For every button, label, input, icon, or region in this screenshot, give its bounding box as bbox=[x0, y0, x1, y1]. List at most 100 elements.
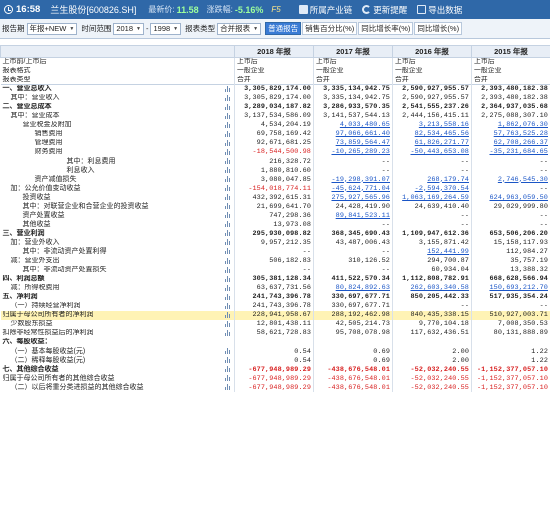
header-cell[interactable]: 2017 年报 bbox=[313, 45, 393, 58]
table-row[interactable]: 报表类型 合并 合并 合并 合并 bbox=[0, 75, 550, 85]
bar-chart-icon[interactable] bbox=[225, 266, 231, 273]
cell-value[interactable]: 1,862,076.30 bbox=[498, 121, 548, 129]
bar-chart-icon[interactable] bbox=[225, 375, 231, 382]
cell-value[interactable]: -19,298,391.07 bbox=[331, 176, 390, 184]
table-row[interactable]: 归属于母公司所有者的其他综合收益 -677,948,989.29 -438,676,… bbox=[0, 374, 550, 384]
table-row[interactable]: 投资收益 432,392,615.31 275,927,565.96 1,063,16… bbox=[0, 193, 550, 203]
table-row[interactable]: 上市前/上市后 上市后 上市后 上市后 上市后 bbox=[0, 57, 550, 67]
table-row[interactable]: 加：公允价值变动收益 -154,018,774.11 -45,624,771.04 -… bbox=[0, 184, 550, 194]
cell-value[interactable]: 1,063,169,264.59 bbox=[402, 194, 469, 202]
table-row[interactable]: 减：营业外支出 506,182.83 310,126.52 294,700.87 35,… bbox=[0, 256, 550, 266]
table-row[interactable]: 其中：非流动资产处置利得 -- -- 152,441.99 112,984.27 bbox=[0, 247, 550, 257]
table-row[interactable]: 加：营业外收入 9,957,212.35 43,487,006.43 3,155,87… bbox=[0, 238, 550, 248]
table-row[interactable]: （二）以后将重分类进损益的其他综合收益 -677,948,989.29 -438,6… bbox=[0, 383, 550, 393]
cell-value[interactable]: -45,624,771.04 bbox=[331, 185, 390, 193]
stock-name[interactable]: 兰生股份[600826.SH] bbox=[50, 3, 136, 16]
cell-value[interactable]: 62,708,266.37 bbox=[494, 139, 548, 147]
start-year-select[interactable]: 2018 ▼ bbox=[113, 22, 144, 35]
cell-value[interactable]: 73,859,564.47 bbox=[336, 139, 390, 147]
bar-chart-icon[interactable] bbox=[225, 275, 231, 282]
cell-value[interactable]: 57,763,525.28 bbox=[494, 130, 548, 138]
tab-yoy-growth[interactable]: 同比增长(%) bbox=[414, 22, 463, 35]
table-row[interactable]: 二、营业总成本 3,289,034,187.82 3,286,933,570.35 2… bbox=[0, 102, 550, 112]
income-statement-table-wrap[interactable]: 2018 年报 2017 年报 2016 年报 2015 年报 上市前/上市后上… bbox=[0, 45, 550, 505]
bar-chart-icon[interactable] bbox=[225, 121, 231, 128]
bar-chart-icon[interactable] bbox=[225, 329, 231, 336]
bar-chart-icon[interactable] bbox=[225, 366, 231, 373]
table-row[interactable]: （一）基本每股收益(元) 0.54 0.69 2.00 1.22 bbox=[0, 347, 550, 357]
table-row[interactable]: 七、其他综合收益 -677,948,989.29 -438,676,548.01 -5… bbox=[0, 365, 550, 375]
cell-value[interactable]: 89,841,523.11 bbox=[336, 212, 390, 220]
tab-yoy-growth-rate[interactable]: 同比增长率(%) bbox=[358, 22, 414, 35]
tab-sales-percent[interactable]: 销售百分比(%) bbox=[302, 22, 358, 35]
bar-chart-icon[interactable] bbox=[225, 212, 231, 219]
table-row[interactable]: 一、营业总收入 3,305,829,174.00 3,335,134,942.75 2… bbox=[0, 84, 550, 94]
bar-chart-icon[interactable] bbox=[225, 302, 231, 309]
cell-value[interactable]: 4,033,480.65 bbox=[340, 121, 390, 129]
header-cell[interactable]: 2018 年报 bbox=[234, 45, 314, 58]
table-row[interactable]: 营业税金及附加 4,534,204.19 4,033,480.65 3,213,558… bbox=[0, 120, 550, 130]
bar-chart-icon[interactable] bbox=[225, 203, 231, 210]
table-row[interactable]: 报表格式 一般企业 一般企业 一般企业 一般企业 bbox=[0, 66, 550, 76]
table-row[interactable]: 其他收益 13,973.08 -- -- -- bbox=[0, 220, 550, 230]
cell-value[interactable]: -50,443,653.08 bbox=[410, 148, 469, 156]
bar-chart-icon[interactable] bbox=[225, 384, 231, 391]
table-row[interactable]: （二）稀释每股收益(元) 0.54 0.69 2.00 1.22 bbox=[0, 356, 550, 366]
cell-value[interactable]: -35,231,684.65 bbox=[489, 148, 548, 156]
table-row[interactable]: 管理费用 92,671,681.25 73,859,564.47 61,826,271… bbox=[0, 138, 550, 148]
bar-chart-icon[interactable] bbox=[225, 248, 231, 255]
table-row[interactable]: 其中：营业收入 3,305,829,174.00 3,335,134,942.75 2… bbox=[0, 93, 550, 103]
table-row[interactable]: 减：所得税费用 63,637,731.56 80,824,892.63 262,603… bbox=[0, 283, 550, 293]
bar-chart-icon[interactable] bbox=[225, 257, 231, 264]
bar-chart-icon[interactable] bbox=[225, 221, 231, 228]
bar-chart-icon[interactable] bbox=[225, 194, 231, 201]
cell-value[interactable]: 150,693,212.70 bbox=[489, 284, 548, 292]
header-cell[interactable]: 2015 年报 bbox=[471, 45, 550, 58]
bar-chart-icon[interactable] bbox=[225, 348, 231, 354]
bar-chart-icon[interactable] bbox=[225, 130, 231, 137]
bar-chart-icon[interactable] bbox=[225, 167, 231, 174]
cell-value[interactable]: 61,826,271.77 bbox=[415, 139, 469, 147]
table-row[interactable]: 归属于母公司所有者的净利润 228,941,958.67 288,192,462.9… bbox=[0, 310, 550, 320]
cell-value[interactable]: 152,441.99 bbox=[427, 248, 469, 256]
table-row[interactable]: 资产处置收益 747,298.36 89,841,523.11 -- -- bbox=[0, 211, 550, 221]
bar-chart-icon[interactable] bbox=[225, 176, 231, 183]
report-period-select[interactable]: 年报+NEW ▼ bbox=[26, 22, 78, 35]
tab-normal-report[interactable]: 普通报告 bbox=[265, 22, 302, 35]
refresh-key-hint[interactable]: F5 bbox=[271, 5, 280, 14]
report-type-select[interactable]: 合并报表 ▼ bbox=[217, 22, 262, 35]
table-row[interactable]: 其中：非流动资产处置损失 -- -- 60,934.04 13,388.32 bbox=[0, 265, 550, 275]
cell-value[interactable]: 97,066,661.40 bbox=[336, 130, 390, 138]
table-row[interactable]: （一）持续经营净利润 241,743,396.78 330,697,677.71 --… bbox=[0, 301, 550, 311]
export-data-button[interactable]: 导出数据 bbox=[417, 4, 462, 16]
bar-chart-icon[interactable] bbox=[225, 94, 231, 101]
table-row[interactable]: 扣除非经常性损益后的净利润 58,621,728.83 95,708,078.98 1… bbox=[0, 328, 550, 338]
table-row[interactable]: 六、每股收益： bbox=[0, 337, 550, 347]
industry-chain-button[interactable]: 所属产业链 bbox=[298, 4, 352, 16]
bar-chart-icon[interactable] bbox=[225, 185, 231, 192]
bar-chart-icon[interactable] bbox=[225, 158, 231, 165]
bar-chart-icon[interactable] bbox=[225, 320, 231, 327]
cell-value[interactable]: 2,746,545.30 bbox=[498, 176, 548, 184]
bar-chart-icon[interactable] bbox=[225, 293, 231, 300]
bar-chart-icon[interactable] bbox=[225, 311, 231, 318]
table-row[interactable]: 其中：对联营企业和合营企业的投资收益 21,699,641.70 24,428,41… bbox=[0, 202, 550, 212]
cell-value[interactable]: 80,824,892.63 bbox=[336, 284, 390, 292]
table-row[interactable]: 其中：营业成本 3,137,534,586.09 3,141,537,544.13 2… bbox=[0, 111, 550, 121]
bar-chart-icon[interactable] bbox=[225, 139, 231, 146]
bar-chart-icon[interactable] bbox=[225, 230, 231, 237]
table-row[interactable]: 五、净利润 241,743,396.78 330,697,677.71 850,205… bbox=[0, 292, 550, 302]
table-row[interactable]: 资产减值损失 3,080,047.85 -19,298,391.07 268,179.… bbox=[0, 175, 550, 185]
end-year-select[interactable]: 1998 ▼ bbox=[150, 22, 182, 35]
cell-value[interactable]: 275,927,565.96 bbox=[331, 194, 390, 202]
table-row[interactable]: 其中：利息费用 216,328.72 -- -- -- bbox=[0, 157, 550, 167]
table-row[interactable]: 少数股东损益 12,801,438.11 42,505,214.73 9,770,10… bbox=[0, 319, 550, 329]
cell-value[interactable]: 624,963,059.50 bbox=[489, 194, 548, 202]
table-row[interactable]: 销售费用 69,758,169.42 97,066,661.40 82,534,465… bbox=[0, 129, 550, 139]
cell-value[interactable]: 268,179.74 bbox=[427, 176, 469, 184]
update-reminder-button[interactable]: 更新提醒 bbox=[362, 4, 407, 16]
cell-value[interactable]: -2,594,370.54 bbox=[415, 185, 469, 193]
table-row[interactable]: 利息收入 1,880,810.60 -- -- -- bbox=[0, 166, 550, 176]
table-row[interactable]: 财务费用 -18,544,500.98 -10,265,289.23 -50,443,… bbox=[0, 147, 550, 158]
cell-value[interactable]: -10,265,289.23 bbox=[331, 148, 390, 156]
